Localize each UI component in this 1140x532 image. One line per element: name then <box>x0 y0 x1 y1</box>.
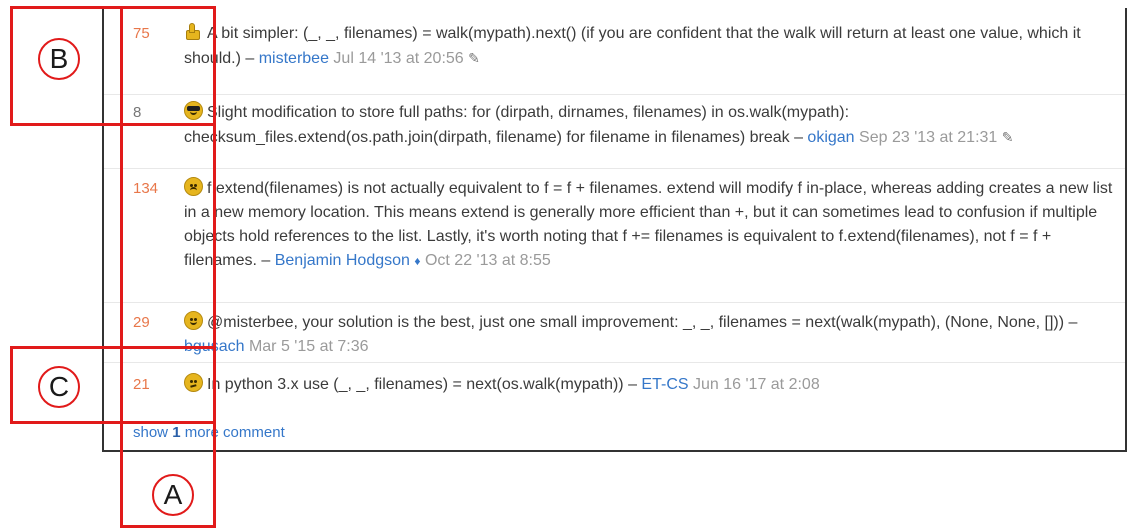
comment-date[interactable]: Mar 5 '15 at 7:36 <box>249 338 369 355</box>
comment-date[interactable]: Jun 16 '17 at 2:08 <box>693 376 820 393</box>
comment-date[interactable]: Sep 23 '13 at 21:31 <box>859 129 997 146</box>
comment-text: Slight modification to store full paths:… <box>184 104 850 146</box>
moderator-diamond-icon: ♦ <box>414 254 421 268</box>
comment-date[interactable]: Oct 22 '13 at 8:55 <box>425 252 551 269</box>
edit-pencil-icon[interactable]: ✎ <box>1002 129 1014 145</box>
annotation-label-c: C <box>38 366 80 408</box>
annotation-label-a: A <box>152 474 194 516</box>
comment-text: @misterbee, your solution is the best, j… <box>207 314 1078 331</box>
comment-text: In python 3.x use (_, _, filenames) = ne… <box>207 376 637 393</box>
comment-row: 29 @misterbee, your solution is the best… <box>104 302 1125 363</box>
edit-pencil-icon[interactable]: ✎ <box>468 50 480 66</box>
comments-panel: 75 A bit simpler: (_, _, filenames) = wa… <box>102 8 1127 452</box>
comment-date[interactable]: Jul 14 '13 at 20:56 <box>333 50 463 67</box>
comment-row: 134 f.extend(filenames) is not actually … <box>104 168 1125 303</box>
comment-row: 21 In python 3.x use (_, _, filenames) =… <box>104 362 1125 413</box>
comment-row: 75 A bit simpler: (_, _, filenames) = wa… <box>104 8 1125 94</box>
comment-user-link[interactable]: misterbee <box>259 50 329 67</box>
comment-user-link[interactable]: Benjamin Hodgson <box>275 252 410 269</box>
annotation-label-b: B <box>38 38 80 80</box>
comment-user-link[interactable]: ET-CS <box>641 376 688 393</box>
comment-user-link[interactable]: okigan <box>807 129 854 146</box>
